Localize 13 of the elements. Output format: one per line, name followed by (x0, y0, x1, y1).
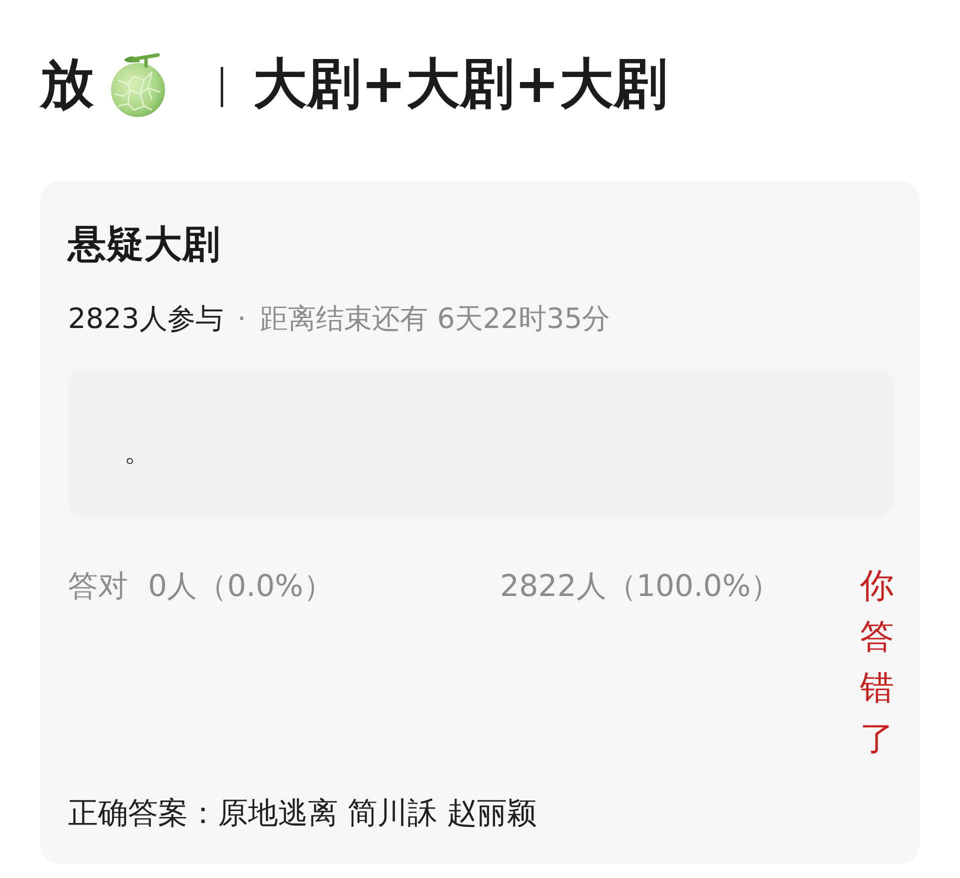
stat-count: 2822人（100.0%） (500, 568, 781, 606)
countdown-text: 距离结束还有 6天22时35分 (260, 301, 610, 337)
correct-answer-text: 正确答案：原地逃离 简川訸 赵丽颖 (68, 795, 538, 833)
separator-text: ｜ (202, 60, 241, 109)
stat-label: 答对 (68, 568, 128, 606)
question-text: 。 (124, 434, 152, 470)
separator-dot: · (237, 301, 246, 337)
quiz-title: 悬疑大剧 (68, 221, 221, 268)
stat-count: 0人（0.0%） (148, 568, 334, 606)
heading-title: 大剧+大剧+大剧 (253, 51, 668, 117)
verdict-text: 你答错了 (860, 565, 894, 761)
heading-text: 放 (40, 51, 94, 117)
participant-count: 2823人参与 (68, 301, 224, 337)
